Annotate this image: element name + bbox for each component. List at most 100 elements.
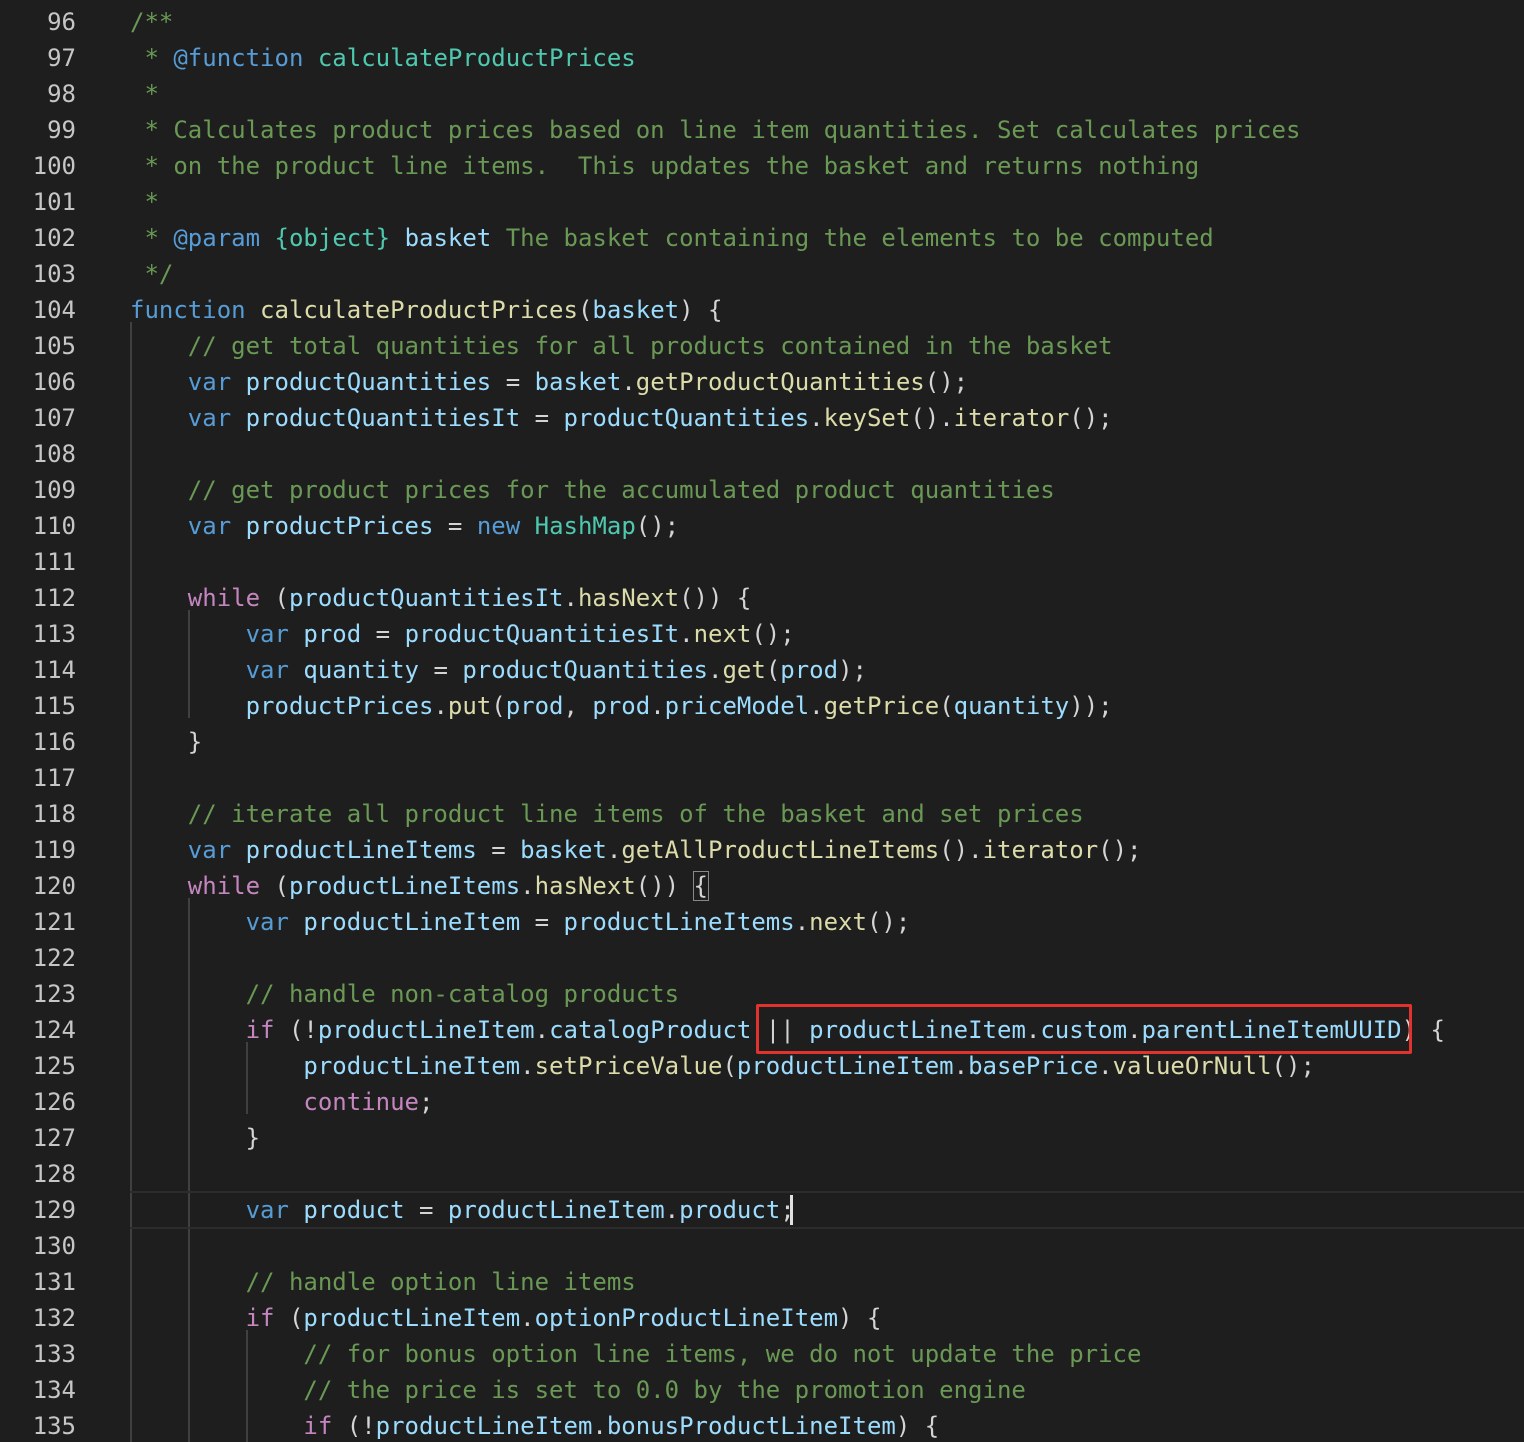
code-line[interactable]: 113 var prod = productQuantitiesIt.next()…	[0, 616, 1524, 652]
code-token: ) {	[895, 1412, 940, 1440]
code-token: basePrice	[968, 1052, 1099, 1080]
code-token: productPrices	[245, 692, 434, 720]
code-token: .	[520, 1052, 535, 1080]
code-token: (	[722, 1052, 737, 1080]
code-token: .	[708, 656, 723, 684]
code-line[interactable]: 106 var productQuantities = basket.getPro…	[0, 364, 1524, 400]
code-editor[interactable]: 96 /** 97 * @function calculateProductPric…	[0, 0, 1524, 1442]
code-line[interactable]: 115 productPrices.put(prod, prod.priceMod…	[0, 688, 1524, 724]
code-line[interactable]: 114 var quantity = productQuantities.get(…	[0, 652, 1524, 688]
code-token: var	[187, 368, 232, 396]
line-number: 116	[32, 728, 76, 756]
code-line[interactable]: 101 *	[0, 184, 1524, 220]
code-token: prod	[780, 656, 839, 684]
code-line[interactable]: 100 * on the product line items. This up…	[0, 148, 1524, 184]
code-line[interactable]: 120 while (productLineItems.hasNext()) {	[0, 868, 1524, 904]
code-token: @param	[173, 224, 261, 252]
code-line[interactable]: 116}	[0, 724, 1524, 760]
code-token: // the price is set to 0.0 by the promot…	[303, 1376, 1026, 1404]
line-number: 109	[32, 476, 76, 504]
line-code: var quantity = productQuantities.get(pro…	[246, 652, 867, 688]
line-number: 134	[32, 1376, 76, 1404]
code-token: {	[692, 871, 710, 901]
code-token: ().	[939, 836, 983, 864]
code-line[interactable]: 99 * Calculates product prices based on …	[0, 112, 1524, 148]
code-token: (	[491, 692, 506, 720]
code-token: setPriceValue	[534, 1052, 723, 1080]
line-code: */	[130, 256, 173, 292]
code-token: while	[187, 584, 261, 612]
code-line[interactable]: 126 continue;	[0, 1084, 1524, 1120]
line-code: var prod = productQuantitiesIt.next();	[246, 616, 795, 652]
code-token: .	[592, 1412, 607, 1440]
code-line[interactable]: 130	[0, 1228, 1524, 1264]
code-line[interactable]: 127}	[0, 1120, 1524, 1156]
code-line[interactable]: 128	[0, 1156, 1524, 1192]
code-token: function	[130, 296, 246, 324]
code-line[interactable]: 112 while (productQuantitiesIt.hasNext())…	[0, 580, 1524, 616]
code-line[interactable]: 121 var productLineItem = productLineItem…	[0, 904, 1524, 940]
code-token: prod	[303, 620, 362, 648]
code-line[interactable]: 111	[0, 544, 1524, 580]
line-number: 105	[32, 332, 76, 360]
code-token: productLineItems	[563, 908, 795, 936]
code-token: hasNext	[577, 584, 680, 612]
code-line[interactable]: 103 */	[0, 256, 1524, 292]
code-token: */	[130, 260, 174, 288]
line-number: 102	[32, 224, 76, 252]
code-token: .	[563, 584, 578, 612]
code-line[interactable]: 98 *	[0, 76, 1524, 112]
code-line[interactable]: 132 if (productLineItem.optionProductLine…	[0, 1300, 1524, 1336]
line-number: 99	[47, 116, 76, 144]
code-token: next	[809, 908, 867, 936]
code-line[interactable]: 105 // get total quantities for all produ…	[0, 328, 1524, 364]
code-line[interactable]: 102 * @param {object} basket The basket …	[0, 220, 1524, 256]
code-token: productLineItems	[245, 836, 477, 864]
code-line[interactable]: 110 var productPrices = new HashMap();	[0, 508, 1524, 544]
code-line[interactable]: 97 * @function calculateProductPrices	[0, 40, 1524, 76]
code-token: productLineItem	[303, 908, 521, 936]
line-number: 113	[32, 620, 76, 648]
code-line[interactable]: 135 if (!productLineItem.bonusProductLine…	[0, 1408, 1524, 1442]
code-token: bonusProductLineItem	[606, 1412, 896, 1440]
code-line[interactable]: 133 // for bonus option line items, we do…	[0, 1336, 1524, 1372]
code-token: *	[130, 44, 174, 72]
code-token: {object}	[274, 224, 391, 252]
code-token: productQuantities	[245, 368, 492, 396]
code-token: (!	[332, 1412, 376, 1440]
code-line[interactable]: 131 // handle option line items	[0, 1264, 1524, 1300]
code-line[interactable]: 119 var productLineItems = basket.getAllP…	[0, 832, 1524, 868]
code-line[interactable]: 129 var product = productLineItem.product…	[0, 1192, 1524, 1228]
code-token: *	[130, 188, 159, 216]
line-code: var productLineItem = productLineItems.n…	[246, 904, 911, 940]
code-line[interactable]: 118 // iterate all product line items of …	[0, 796, 1524, 832]
line-code: var product = productLineItem.product;	[246, 1192, 795, 1228]
code-token: put	[447, 692, 492, 720]
code-line[interactable]: 122	[0, 940, 1524, 976]
code-token: *	[130, 80, 159, 108]
line-code: var productPrices = new HashMap();	[188, 508, 679, 544]
code-token: =	[476, 836, 521, 864]
line-number: 130	[32, 1232, 76, 1260]
code-token: * Calculates product prices based on lin…	[130, 116, 1301, 144]
line-number: 100	[32, 152, 76, 180]
code-line[interactable]: 96 /**	[0, 4, 1524, 40]
code-token: if	[303, 1412, 333, 1440]
code-line[interactable]: 108	[0, 436, 1524, 472]
code-token: catalogProduct	[549, 1016, 752, 1044]
code-token: next	[693, 620, 752, 648]
code-line[interactable]: 107 var productQuantitiesIt = productQuan…	[0, 400, 1524, 436]
code-token: var	[245, 656, 289, 684]
code-line[interactable]: 104 function calculateProductPrices(baske…	[0, 292, 1524, 328]
code-line[interactable]: 134 // the price is set to 0.0 by the pro…	[0, 1372, 1524, 1408]
code-line[interactable]: 117	[0, 760, 1524, 796]
code-token: basket	[534, 368, 622, 396]
line-number: 127	[32, 1124, 76, 1152]
code-line[interactable]: 109 // get product prices for the accumul…	[0, 472, 1524, 508]
code-token: if	[245, 1304, 275, 1332]
